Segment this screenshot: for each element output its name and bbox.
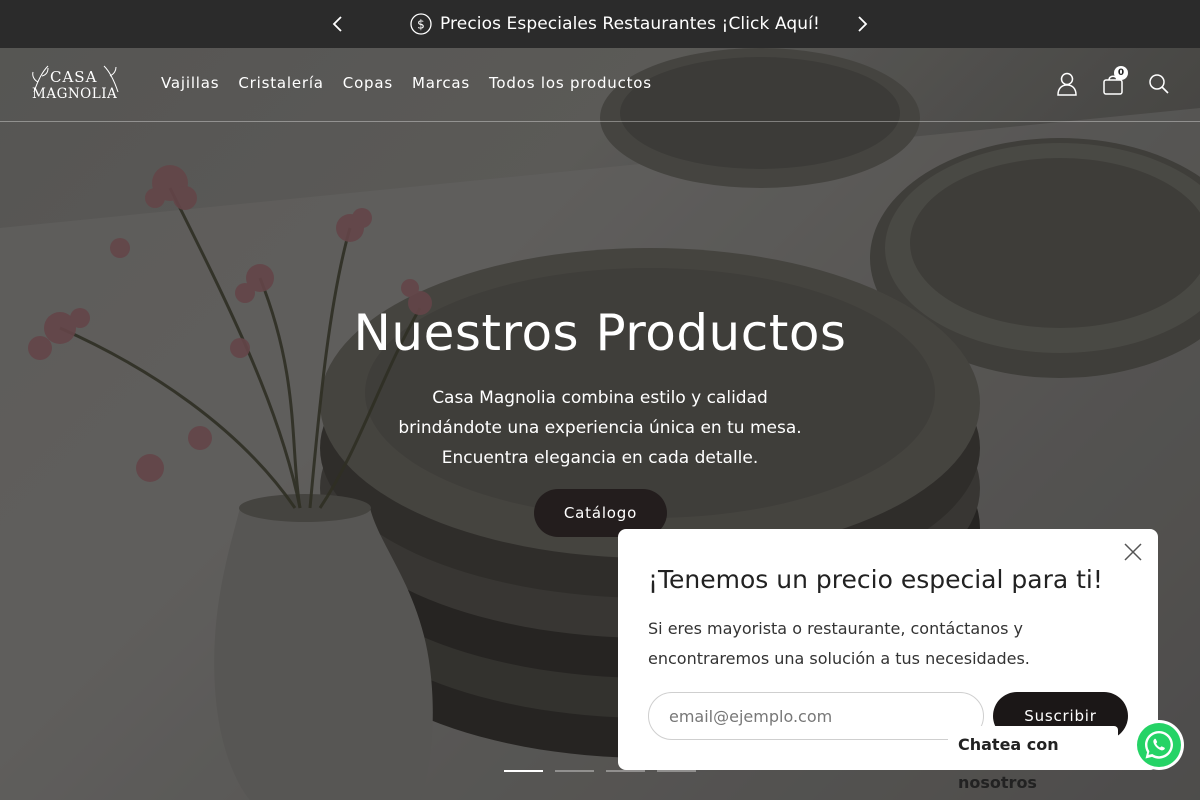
email-input[interactable] (648, 692, 984, 740)
nav-vajillas[interactable]: Vajillas (161, 74, 219, 92)
nav-marcas[interactable]: Marcas (412, 74, 470, 92)
close-icon[interactable] (1122, 541, 1144, 563)
hero-subtitle-line: brindándote una experiencia única en tu … (398, 418, 802, 438)
slide-dot-4[interactable] (657, 770, 696, 772)
slide-dot-1[interactable] (504, 770, 543, 772)
logo-line-2: MAGNOLIA (32, 86, 118, 102)
dollar-coin-icon: $ (410, 13, 432, 35)
svg-text:$: $ (417, 18, 425, 32)
account-icon[interactable] (1056, 72, 1078, 96)
logo-line-1: CASA (50, 68, 98, 86)
chevron-right-icon[interactable] (852, 14, 872, 34)
announcement-text: Precios Especiales Restaurantes ¡Click A… (440, 14, 820, 34)
popup-body: Si eres mayorista o restaurante, contáct… (648, 619, 1030, 668)
nav-copas[interactable]: Copas (343, 74, 393, 92)
slide-dot-3[interactable] (606, 770, 645, 772)
cart-count-badge: 0 (1114, 66, 1128, 80)
slider-pagination (504, 770, 696, 772)
chat-label[interactable]: Chatea con nosotros (948, 726, 1118, 792)
cart-icon[interactable]: 0 (1102, 66, 1128, 96)
whatsapp-icon (1137, 723, 1181, 767)
header-actions: 0 (1056, 66, 1170, 96)
nav-todos-los-productos[interactable]: Todos los productos (489, 74, 652, 92)
site-header: CASA MAGNOLIA Vajillas Cristalería Copas… (0, 48, 1200, 122)
slide-dot-2[interactable] (555, 770, 594, 772)
announcement-bar: $ Precios Especiales Restaurantes ¡Click… (0, 0, 1200, 48)
chevron-left-icon[interactable] (328, 14, 348, 34)
announcement-link[interactable]: $ Precios Especiales Restaurantes ¡Click… (410, 12, 820, 36)
main-nav: Vajillas Cristalería Copas Marcas Todos … (161, 74, 671, 92)
hero-title: Nuestros Productos (353, 304, 847, 362)
popup-title: ¡Tenemos un precio especial para ti! (648, 565, 1103, 594)
search-icon[interactable] (1148, 72, 1170, 96)
nav-cristaleria[interactable]: Cristalería (238, 74, 323, 92)
casa-magnolia-logo[interactable]: CASA MAGNOLIA (28, 62, 124, 108)
hero-subtitle: Casa Magnolia combina estilo y calidad b… (0, 383, 1200, 473)
hero-subtitle-line: Casa Magnolia combina estilo y calidad (432, 388, 768, 408)
hero-subtitle-line: Encuentra elegancia en cada detalle. (441, 448, 759, 468)
whatsapp-button[interactable] (1134, 720, 1184, 770)
